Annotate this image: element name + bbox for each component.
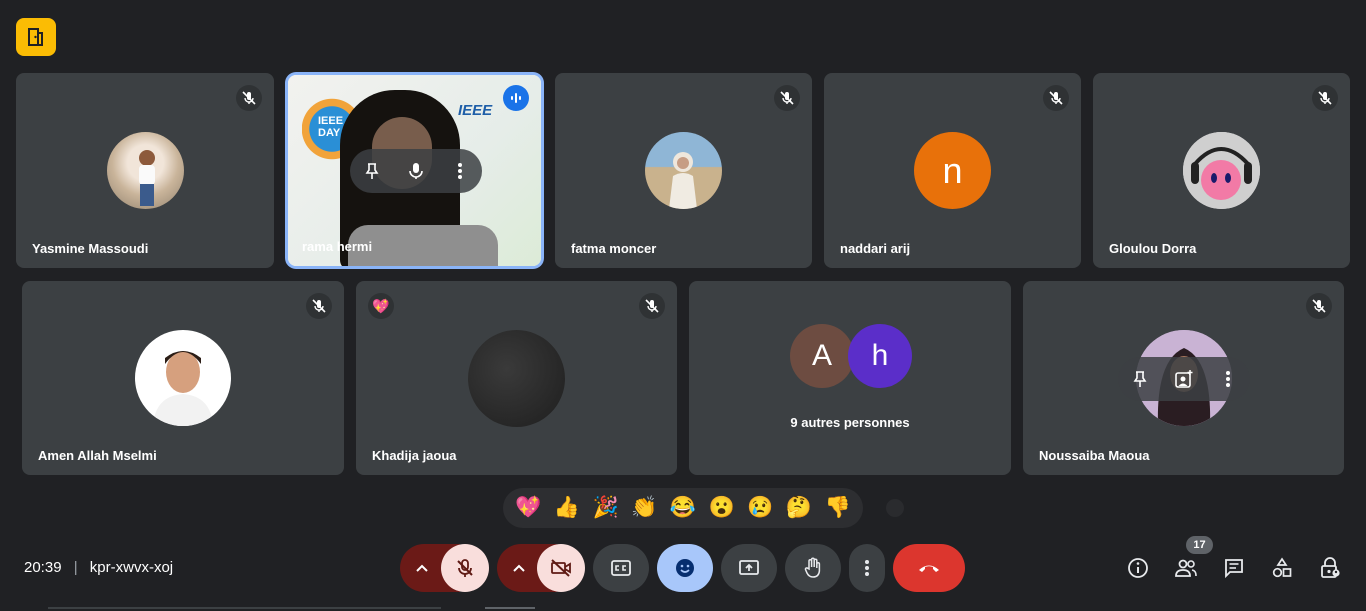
- avatar: [645, 132, 722, 209]
- participant-name: rama hermi: [302, 239, 373, 254]
- door-icon: [28, 28, 43, 46]
- reactions-bar: 💖 👍 🎉 👏 😂 😮 😢 🤔 👎: [503, 488, 863, 528]
- avatar: [1183, 132, 1260, 209]
- reaction-thumbs-up[interactable]: 👍: [551, 492, 583, 524]
- more-options-icon[interactable]: [1210, 361, 1246, 397]
- more-options-icon[interactable]: [442, 153, 478, 189]
- reaction-sparkling-heart[interactable]: 💖: [512, 492, 544, 524]
- chat-button[interactable]: [1220, 554, 1248, 582]
- reaction-badge: 💖: [368, 293, 394, 319]
- tile-hover-controls: [350, 149, 482, 193]
- present-screen-button[interactable]: [721, 544, 777, 592]
- avatar: [135, 330, 231, 426]
- info-icon: [1128, 558, 1148, 578]
- meeting-info: 20:39 | kpr-xwvx-xoj: [24, 559, 173, 576]
- camera-off-icon: [551, 559, 571, 577]
- leave-call-button[interactable]: [893, 544, 965, 592]
- ieee-logo: IEEE: [458, 102, 493, 119]
- captions-button[interactable]: [593, 544, 649, 592]
- chevron-up-icon: [416, 564, 428, 572]
- mic-off-icon: [1306, 293, 1332, 319]
- reaction-thumbs-down[interactable]: 👎: [822, 492, 854, 524]
- meeting-code: kpr-xwvx-xoj: [89, 559, 174, 576]
- chevron-up-icon: [513, 564, 525, 572]
- speaking-indicator-icon: [503, 85, 529, 111]
- avatar: [107, 132, 184, 209]
- meeting-activities-button[interactable]: [16, 18, 56, 56]
- microphone-icon[interactable]: [398, 153, 434, 189]
- participant-tile[interactable]: fatma moncer: [555, 73, 812, 268]
- host-controls-button[interactable]: [1316, 554, 1344, 582]
- chat-icon: [1225, 559, 1243, 579]
- more-options-button[interactable]: [849, 544, 885, 592]
- mic-off-icon: [1043, 85, 1069, 111]
- mic-off-icon: [639, 293, 665, 319]
- meeting-details-button[interactable]: [1124, 554, 1152, 582]
- participant-tile[interactable]: Yasmine Massoudi: [16, 73, 274, 268]
- reaction-clapping[interactable]: 👏: [628, 492, 660, 524]
- present-icon: [739, 560, 759, 575]
- participant-name: Khadija jaoua: [372, 448, 457, 463]
- mic-off-icon: [306, 293, 332, 319]
- hand-icon: [804, 557, 821, 578]
- avatar-letter: h: [848, 324, 912, 388]
- participant-name: Amen Allah Mselmi: [38, 448, 157, 463]
- mic-off-icon: [774, 85, 800, 111]
- participant-tile[interactable]: Noussaiba Maoua: [1023, 281, 1344, 475]
- mic-off-icon: [236, 85, 262, 111]
- pin-icon[interactable]: [354, 153, 390, 189]
- more-vert-icon: [865, 560, 869, 576]
- clock-time: 20:39: [24, 559, 62, 576]
- bottom-divider: [485, 607, 535, 609]
- reaction-surprised[interactable]: 😮: [706, 492, 738, 524]
- bottom-divider: [48, 607, 441, 609]
- participant-tile[interactable]: 💖 Khadija jaoua: [356, 281, 677, 475]
- reaction-party-popper[interactable]: 🎉: [590, 492, 622, 524]
- reaction-crying[interactable]: 😢: [744, 492, 776, 524]
- avatar-letter: n: [914, 132, 991, 209]
- mic-off-icon: [1312, 85, 1338, 111]
- avatar: [468, 330, 565, 427]
- skin-tone-selector[interactable]: [886, 499, 904, 517]
- participant-name: Noussaiba Maoua: [1039, 448, 1150, 463]
- activities-button[interactable]: [1268, 554, 1296, 582]
- show-everyone-button[interactable]: [1172, 554, 1200, 582]
- separator: |: [73, 559, 78, 576]
- participant-name: fatma moncer: [571, 241, 657, 256]
- mic-toggle-button[interactable]: [441, 544, 489, 592]
- reaction-laughing[interactable]: 😂: [667, 492, 699, 524]
- participant-tile[interactable]: Gloulou Dorra: [1093, 73, 1350, 268]
- participant-tile[interactable]: n naddari arij: [824, 73, 1081, 268]
- closed-captions-icon: [611, 560, 631, 576]
- reaction-thinking[interactable]: 🤔: [783, 492, 815, 524]
- people-icon: [1175, 559, 1197, 577]
- other-participants-tile[interactable]: A h 9 autres personnes: [689, 281, 1011, 475]
- mic-off-icon: [457, 559, 473, 577]
- send-reaction-button[interactable]: [657, 544, 713, 592]
- pin-icon[interactable]: [1122, 361, 1158, 397]
- participant-name: Yasmine Massoudi: [32, 241, 149, 256]
- participant-name: naddari arij: [840, 241, 911, 256]
- tile-hover-controls: [1118, 357, 1250, 401]
- frame-person-icon[interactable]: [1166, 361, 1202, 397]
- raise-hand-button[interactable]: [785, 544, 841, 592]
- shapes-icon: [1272, 557, 1292, 578]
- others-count-label: 9 autres personnes: [790, 415, 910, 430]
- camera-toggle-button[interactable]: [537, 544, 585, 592]
- avatar-letter: A: [790, 324, 854, 388]
- people-count-badge: 17: [1186, 536, 1213, 554]
- emoji-icon: [676, 559, 694, 577]
- participant-tile-speaking[interactable]: IEEE DAY IEEE rama hermi: [288, 75, 541, 266]
- participant-tile[interactable]: Amen Allah Mselmi: [22, 281, 344, 475]
- participant-name: Gloulou Dorra: [1109, 241, 1197, 256]
- hang-up-icon: [919, 565, 939, 572]
- lock-person-icon: [1321, 557, 1340, 578]
